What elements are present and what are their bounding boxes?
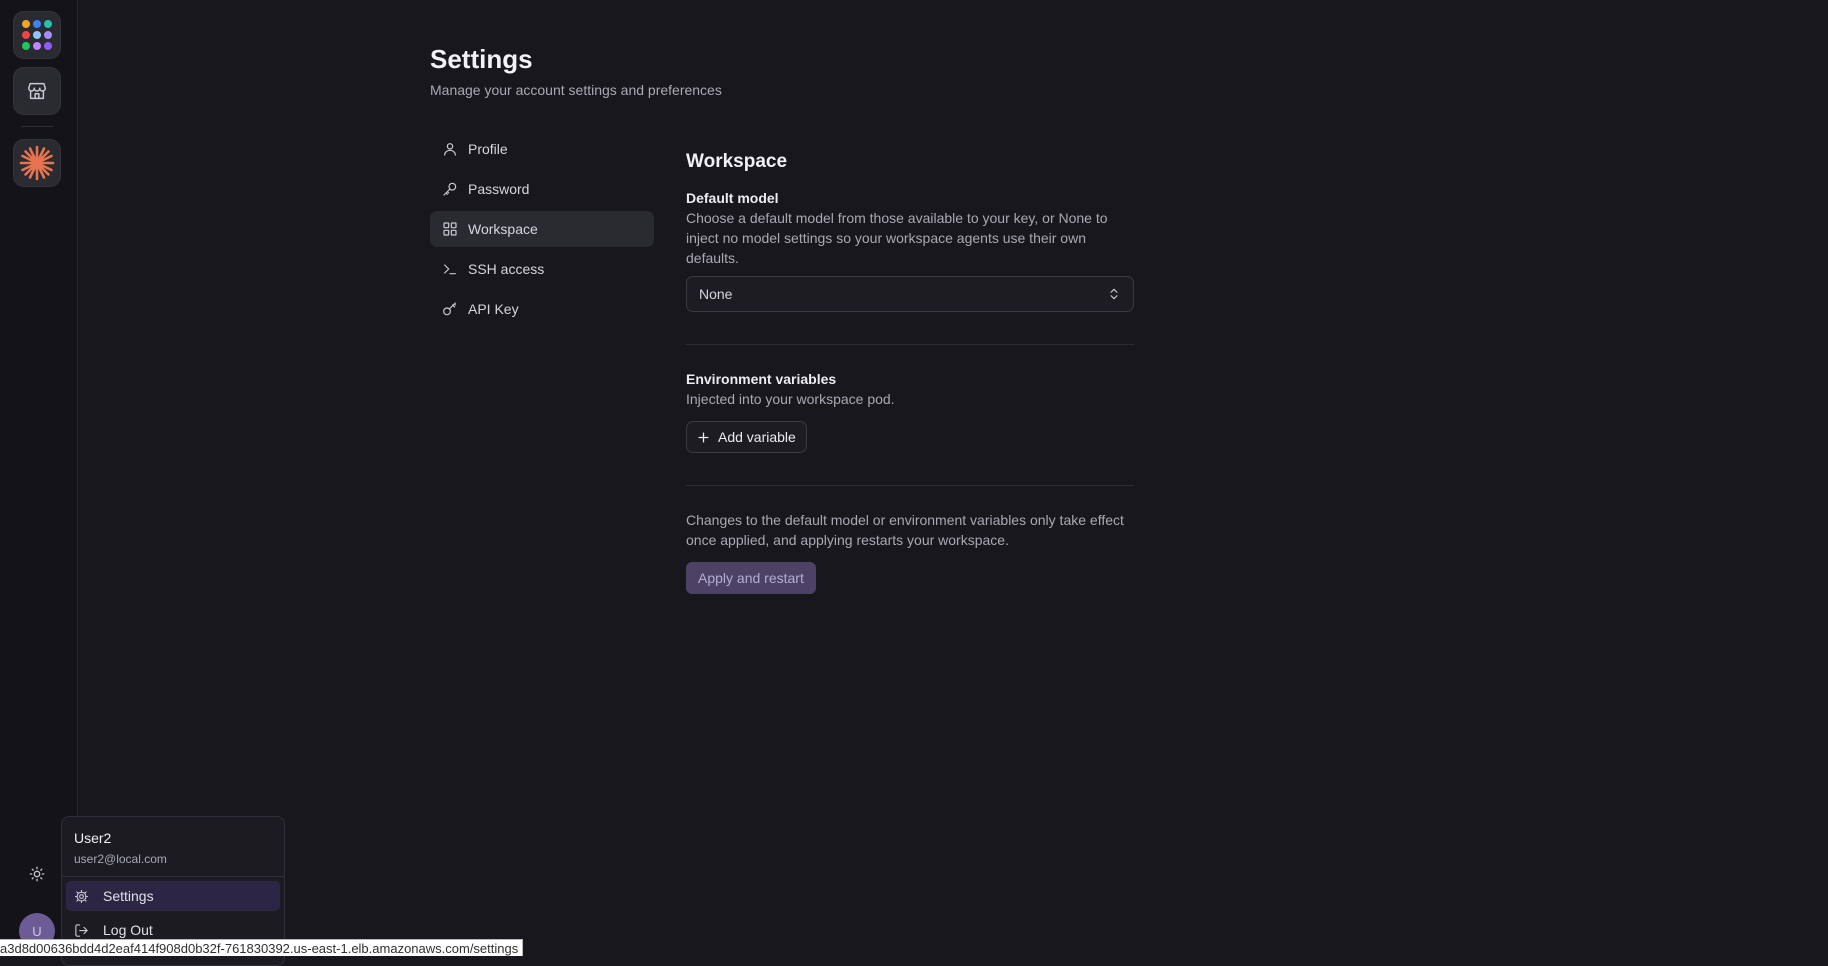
settings-nav: Profile Password Workspace SSH access AP…: [430, 131, 654, 331]
menu-item-settings[interactable]: Settings: [66, 881, 280, 911]
grid-icon: [443, 222, 457, 236]
workspace-section: Workspace Default model Choose a default…: [686, 148, 1134, 594]
app-dot: [44, 20, 52, 28]
nav-item-label: Workspace: [468, 221, 538, 237]
env-vars-label: Environment variables: [686, 371, 837, 387]
app-dot: [33, 20, 41, 28]
app-dot: [44, 31, 52, 39]
apps-grid-button[interactable]: [13, 11, 61, 59]
menu-item-label: Log Out: [103, 922, 153, 938]
app-dot: [33, 42, 41, 50]
store-icon: [28, 82, 46, 100]
section-title: Workspace: [686, 151, 788, 172]
nav-item-api-key[interactable]: API Key: [430, 291, 654, 327]
gear-icon: [75, 889, 88, 903]
apply-and-restart-button[interactable]: Apply and restart: [686, 562, 816, 594]
app-rail: U: [0, 0, 78, 956]
nav-item-label: API Key: [468, 301, 519, 317]
default-model-description: Choose a default model from those availa…: [686, 210, 1108, 266]
nav-item-password[interactable]: Password: [430, 171, 654, 207]
key-round-icon: [443, 302, 456, 316]
add-variable-button[interactable]: Add variable: [686, 421, 807, 453]
apply-note: Changes to the default model or environm…: [686, 512, 1124, 548]
plus-icon: [698, 432, 709, 442]
add-variable-label: Add variable: [718, 429, 796, 445]
divider: [686, 485, 1134, 486]
rail-divider: [21, 126, 53, 127]
nav-item-label: SSH access: [468, 261, 545, 277]
theme-toggle-button[interactable]: [25, 862, 49, 886]
nav-item-workspace[interactable]: Workspace: [430, 211, 654, 247]
sun-icon: [29, 866, 45, 882]
sparkle-burst-icon: [19, 145, 55, 181]
apps-grid-icon: [22, 20, 52, 50]
status-url: a3d8d00636bdd4d2eaf414f908d0b32f-7618303…: [0, 939, 524, 956]
page-subtitle: Manage your account settings and prefere…: [430, 82, 722, 98]
default-model-select[interactable]: None: [686, 276, 1134, 312]
app-dot: [22, 42, 30, 50]
chevron-up-down-icon: [1110, 288, 1118, 300]
env-vars-description: Injected into your workspace pod.: [686, 391, 895, 407]
nav-item-label: Profile: [468, 141, 508, 157]
app-dot: [44, 42, 52, 50]
user-icon: [444, 143, 456, 156]
page-title: Settings: [430, 44, 533, 74]
nav-item-label: Password: [468, 181, 530, 197]
key-icon: [443, 182, 457, 196]
user-menu-header: User2 user2@local.com: [62, 817, 284, 877]
default-model-label: Default model: [686, 190, 779, 206]
divider: [686, 344, 1134, 345]
user-email: user2@local.com: [74, 852, 167, 866]
store-button[interactable]: [13, 67, 61, 115]
nav-item-ssh-access[interactable]: SSH access: [430, 251, 654, 287]
logout-icon: [75, 923, 88, 937]
nav-item-profile[interactable]: Profile: [430, 131, 654, 167]
app-dot: [33, 31, 41, 39]
terminal-icon: [444, 264, 456, 275]
app-dot: [22, 20, 30, 28]
default-model-value: None: [699, 286, 733, 302]
menu-item-label: Settings: [103, 888, 154, 904]
agent-app-button[interactable]: [13, 139, 61, 187]
user-name: User2: [74, 830, 112, 846]
app-dot: [22, 31, 30, 39]
